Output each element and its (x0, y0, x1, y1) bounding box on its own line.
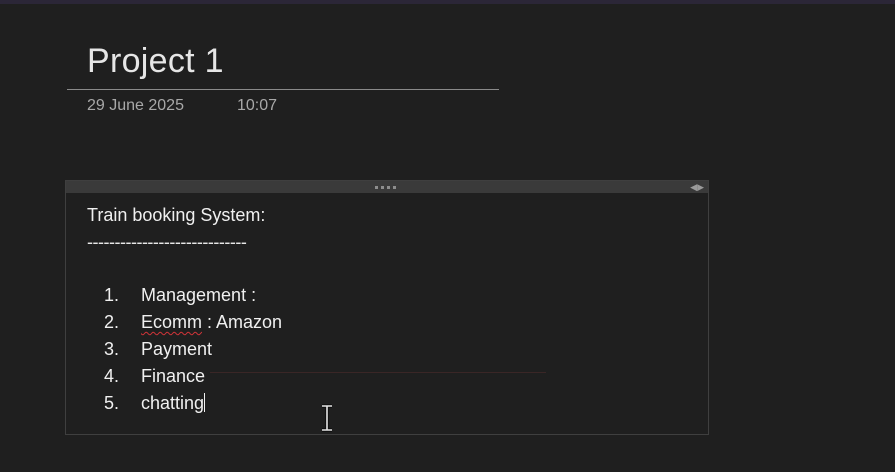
list-item-number: 1. (104, 285, 120, 305)
list-item[interactable]: 3. Payment (104, 339, 282, 366)
list-item-number: 3. (104, 339, 120, 359)
note-separator-dashes[interactable]: ----------------------------- (87, 232, 247, 253)
list-item-text-rest[interactable]: : Amazon (202, 312, 282, 332)
resize-arrows-icon[interactable]: ◀▶ (690, 182, 704, 192)
list-item-number: 2. (104, 312, 120, 332)
list-item-text[interactable]: chatting (141, 393, 204, 414)
text-caret (204, 393, 206, 412)
note-container-header[interactable]: ◀▶ (66, 181, 708, 193)
faint-divider-line (210, 372, 546, 373)
drag-dots-icon[interactable] (375, 186, 397, 189)
list-item-text[interactable]: Finance (141, 366, 205, 387)
text-ibeam-cursor-icon (322, 404, 332, 432)
list-item-number: 4. (104, 366, 120, 386)
page-date: 29 June 2025 (87, 97, 184, 114)
note-container[interactable]: ◀▶ Train booking System: ---------------… (65, 180, 709, 435)
misspelled-word[interactable]: Ecomm (141, 312, 202, 332)
list-item[interactable]: 1. Management : (104, 285, 282, 312)
numbered-list[interactable]: 1. Management : 2. Ecomm : Amazon 3. Paymen… (104, 285, 282, 420)
list-item[interactable]: 4. Finance (104, 366, 282, 393)
list-item-text[interactable]: Payment (141, 339, 212, 360)
page-time: 10:07 (237, 97, 278, 114)
list-item[interactable]: 2. Ecomm : Amazon (104, 312, 282, 339)
window-top-strip (0, 0, 895, 4)
note-heading[interactable]: Train booking System: (87, 205, 265, 226)
list-item[interactable]: 5. chatting (104, 393, 282, 420)
list-item-text[interactable]: Management : (141, 285, 256, 306)
list-item-number: 5. (104, 393, 120, 413)
list-item-text[interactable]: Ecomm : Amazon (141, 312, 282, 333)
page-title[interactable]: Project 1 (87, 42, 224, 81)
title-underline (67, 89, 499, 90)
